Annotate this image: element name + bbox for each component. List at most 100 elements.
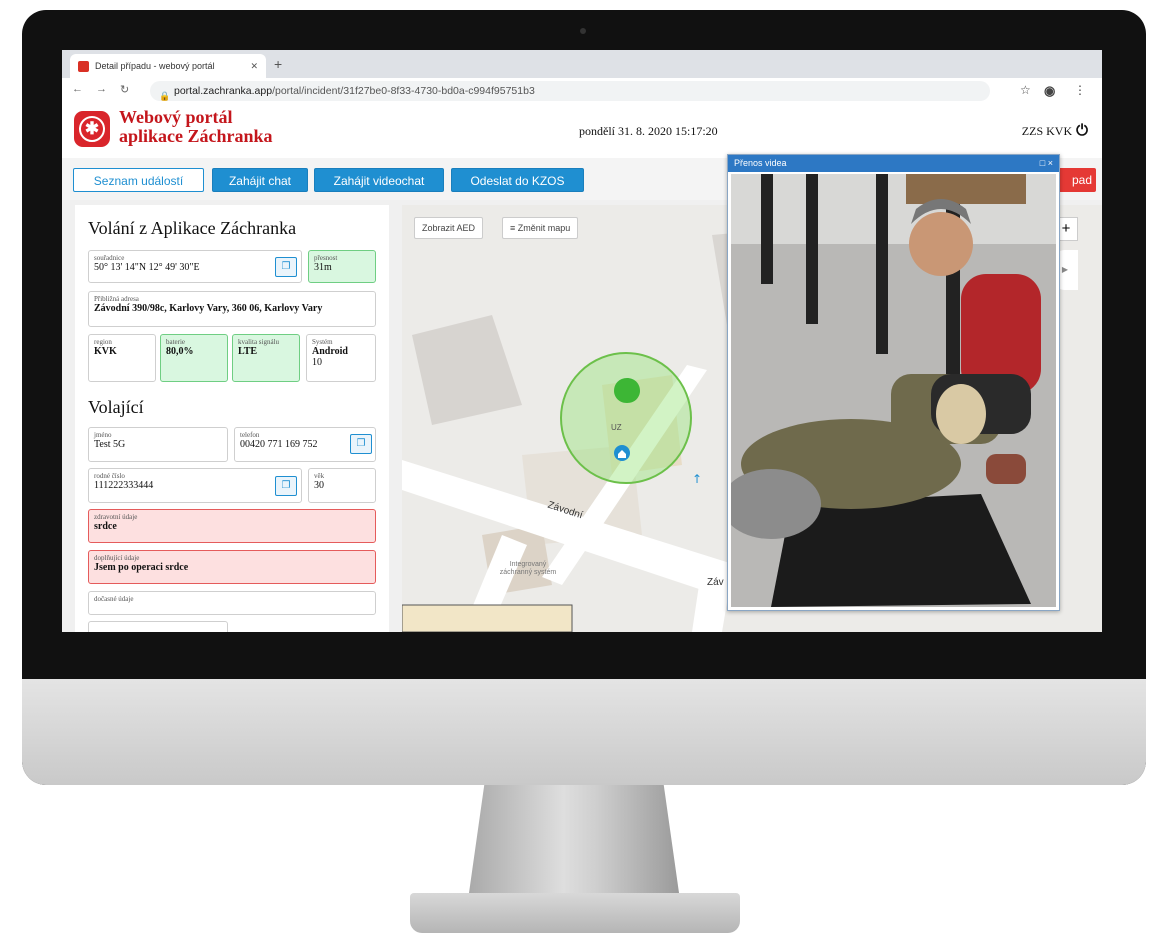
browser-tabbar: Detail případu - webový portál ✕ + <box>62 50 1102 78</box>
battery-value: 80,0% <box>166 346 194 357</box>
screen: Detail případu - webový portál ✕ + ← → ↻… <box>62 50 1102 632</box>
temporary-info-field: dočasné údaje <box>88 591 376 615</box>
health-info-field: zdravotní údaje srdce <box>88 509 376 543</box>
battery-label: baterie <box>166 338 186 346</box>
call-section-title: Volání z Aplikace Záchranka <box>88 218 297 238</box>
system-value: Android <box>312 346 348 357</box>
start-chat-button[interactable]: Zahájit chat <box>212 168 308 192</box>
birth-number-field: rodné číslo 111222333444 ❐ <box>88 468 302 503</box>
forward-arrow-icon[interactable]: → <box>96 83 107 95</box>
profile-icon[interactable]: ◉ <box>1044 83 1055 99</box>
star-icon[interactable]: ☆ <box>1020 83 1031 97</box>
power-icon[interactable]: ⏻ <box>1076 122 1088 140</box>
brand-line-1: Webový portál <box>119 107 233 127</box>
user-name: ZZS KVK <box>1021 123 1073 138</box>
tab-close-icon[interactable]: ✕ <box>250 61 258 72</box>
street-label-2: Záv <box>707 577 724 588</box>
rescuer-head <box>909 212 973 276</box>
signal-label: kvalita signálu <box>238 338 280 346</box>
send-to-kzos-button[interactable]: Odeslat do KZOS <box>451 168 584 192</box>
camera-icon <box>580 28 586 34</box>
favicon-icon <box>78 60 89 72</box>
age-value: 30 <box>314 480 324 491</box>
video-window[interactable]: Přenos videa □ × <box>727 154 1060 611</box>
caller-section-title: Volající <box>88 397 144 417</box>
event-list-button[interactable]: Seznam událostí <box>73 168 204 192</box>
system-version: 10 <box>312 357 322 368</box>
change-map-button[interactable]: ≡ Změnit mapu <box>502 217 579 239</box>
caller-name-value: Test 5G <box>94 439 126 450</box>
zachranka-logo-icon: ✱ <box>74 111 110 147</box>
system-field: Systém Android 10 <box>306 334 376 382</box>
accuracy-label: přesnost <box>314 254 338 262</box>
birth-number-value: 111222333444 <box>94 480 154 491</box>
accuracy-field: přesnost 31m <box>308 250 376 283</box>
video-window-controls[interactable]: □ × <box>1040 155 1053 172</box>
monitor-chin <box>22 679 1146 785</box>
menu-dots-icon[interactable]: ⋮ <box>1074 83 1086 97</box>
video-frame-illustration <box>731 174 1056 607</box>
layers-icon: ≡ <box>510 223 516 233</box>
copy-icon[interactable]: ❐ <box>275 476 297 496</box>
location-pin-icon[interactable] <box>614 378 640 403</box>
minimap[interactable] <box>402 604 573 632</box>
address-value: Závodní 390/98c, Karlovy Vary, 360 06, K… <box>94 303 323 314</box>
coordinates-value: 50° 13' 14"N 12° 49' 30"E <box>94 262 200 273</box>
video-stream <box>731 174 1056 607</box>
accuracy-circle <box>560 352 692 484</box>
lock-icon: 🔒 <box>159 91 171 101</box>
coordinates-label: souřadnice <box>94 254 125 262</box>
signal-value: LTE <box>238 346 258 357</box>
brand-title: Webový portál aplikace Záchranka <box>119 108 273 146</box>
url-host: portal.zachranka.app <box>174 85 273 97</box>
app-header: ✱ Webový portál aplikace Záchranka pondě… <box>62 104 1102 158</box>
caller-name-label: jméno <box>94 431 112 439</box>
show-aed-button[interactable]: Zobrazit AED <box>414 217 484 239</box>
change-map-label: Změnit mapu <box>517 223 571 233</box>
copy-icon[interactable]: ❐ <box>350 434 372 454</box>
region-label: region <box>94 338 112 346</box>
new-tab-button[interactable]: + <box>274 56 282 72</box>
birth-number-label: rodné číslo <box>94 472 125 480</box>
video-title: Přenos videa <box>734 158 787 168</box>
video-titlebar[interactable]: Přenos videa □ × <box>728 155 1059 172</box>
health-info-label: zdravotní údaje <box>94 513 138 521</box>
temporary-info-label: dočasné údaje <box>94 595 134 603</box>
pin-label: UZ <box>611 423 622 432</box>
extra-info-field: doplňující údaje Jsem po operaci srdce <box>88 550 376 584</box>
caller-phone-field: telefon 00420 771 169 752 ❐ <box>234 427 376 462</box>
battery-field: baterie 80,0% <box>160 334 228 382</box>
next-field <box>88 621 228 632</box>
accuracy-value: 31m <box>314 262 332 273</box>
extra-info-value: Jsem po operaci srdce <box>94 562 189 573</box>
extra-info-label: doplňující údaje <box>94 554 140 562</box>
back-arrow-icon[interactable]: ← <box>72 83 83 95</box>
system-label: Systém <box>312 338 333 346</box>
reload-icon[interactable]: ↻ <box>120 83 129 96</box>
region-field: region KVK <box>88 334 156 382</box>
region-value: KVK <box>94 346 117 357</box>
browser-tab[interactable]: Detail případu - webový portál ✕ <box>70 54 266 78</box>
monitor-stand <box>468 780 680 900</box>
start-videochat-button[interactable]: Zahájit videochat <box>314 168 444 192</box>
coordinates-field: souřadnice 50° 13' 14"N 12° 49' 30"E ❐ <box>88 250 302 283</box>
caller-name-field: jméno Test 5G <box>88 427 228 462</box>
signal-field: kvalita signálu LTE <box>232 334 300 382</box>
health-info-value: srdce <box>94 521 117 532</box>
poi-label: Integrovaný záchranný systém <box>499 561 557 576</box>
address-label: Přibližná adresa <box>94 295 139 303</box>
monitor-frame: Detail případu - webový portál ✕ + ← → ↻… <box>22 10 1146 785</box>
tab-title: Detail případu - webový portál <box>95 61 215 71</box>
url-path: /portal/incident/31f27be0-8f33-4730-bd0a… <box>272 85 535 97</box>
brand-line-2: aplikace Záchranka <box>119 126 273 146</box>
monitor-base <box>410 893 740 933</box>
age-field: věk 30 <box>308 468 376 503</box>
age-label: věk <box>314 472 325 480</box>
address-field: Přibližná adresa Závodní 390/98c, Karlov… <box>88 291 376 327</box>
user-area: ZZS KVK ⏻ <box>1022 122 1088 140</box>
copy-icon[interactable]: ❐ <box>275 257 297 277</box>
aed-marker-icon[interactable]: ↑ <box>692 472 702 486</box>
address-bar: ← → ↻ 🔒 portal.zachranka.app/portal/inci… <box>62 78 1102 105</box>
current-datetime: pondělí 31. 8. 2020 15:17:20 <box>579 124 718 138</box>
url-field[interactable]: 🔒 portal.zachranka.app/portal/incident/3… <box>150 81 990 101</box>
